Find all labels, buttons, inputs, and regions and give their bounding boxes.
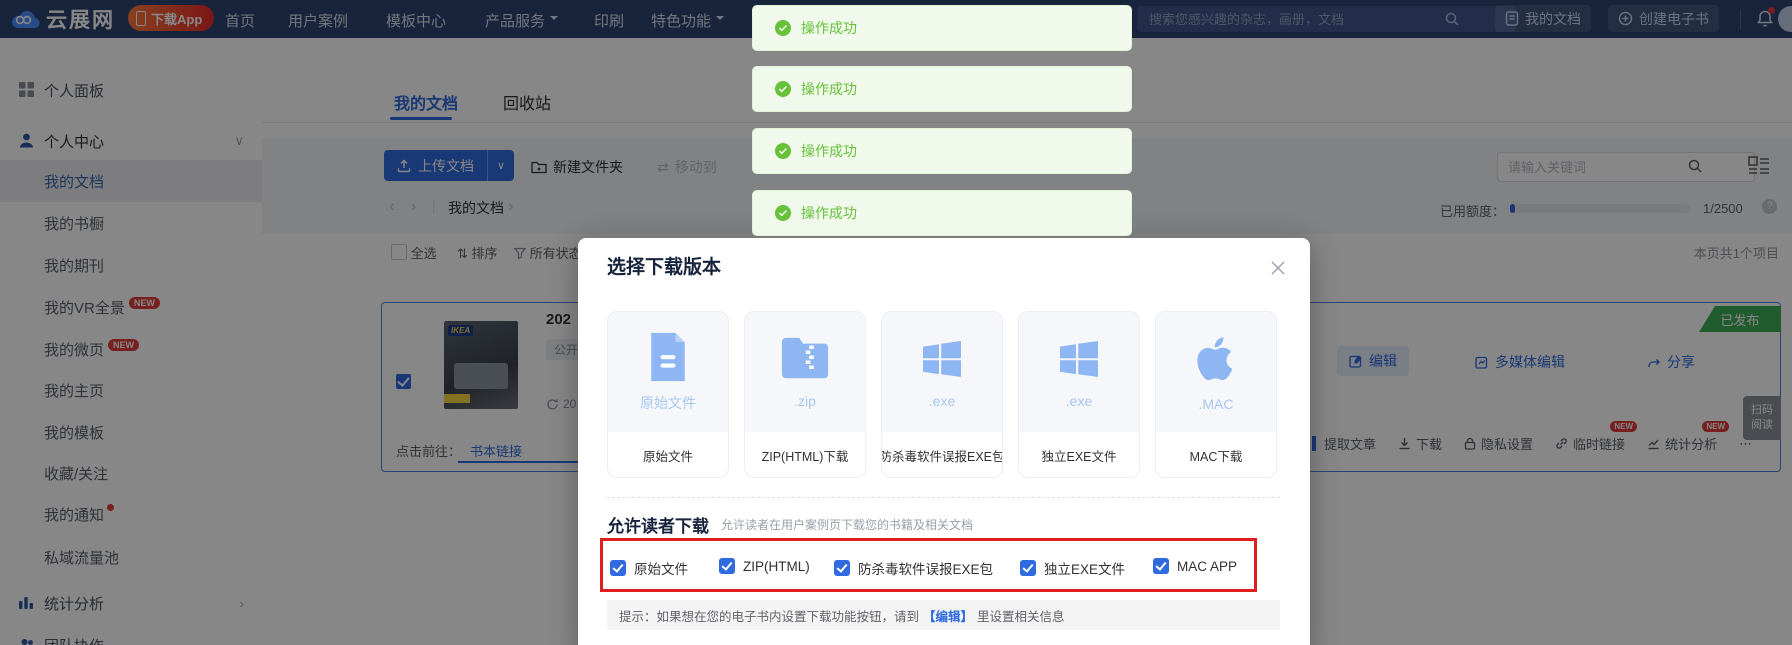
allow-download-title: 允许读者下载 xyxy=(607,512,709,537)
allow-download-subtitle: 允许读者在用户案例页下载您的书籍及相关文档 xyxy=(721,516,973,533)
section-divider xyxy=(607,497,1280,498)
download-version-modal: 选择下载版本 原始文件 原始文件 .zip ZIP(HTML)下载 xyxy=(578,238,1310,645)
download-card-antivirus-exe[interactable]: .exe 防杀毒软件误报EXE包 xyxy=(881,311,1003,478)
success-toast: 操作成功 xyxy=(752,66,1132,112)
close-icon[interactable] xyxy=(1270,260,1286,276)
modal-title: 选择下载版本 xyxy=(607,252,721,279)
download-card-zip[interactable]: .zip ZIP(HTML)下载 xyxy=(744,311,866,478)
success-toast: 操作成功 xyxy=(752,5,1132,51)
download-card-mac[interactable]: .MAC MAC下载 xyxy=(1155,311,1277,478)
file-icon xyxy=(645,331,691,383)
download-card-original[interactable]: 原始文件 原始文件 xyxy=(607,311,729,478)
windows-icon xyxy=(1054,335,1104,383)
success-check-icon xyxy=(775,81,791,97)
tip-bar: 提示：如果想在您的电子书内设置下载功能按钮，请到 【编辑】 里设置相关信息 xyxy=(607,600,1280,630)
success-toast: 操作成功 xyxy=(752,128,1132,174)
success-check-icon xyxy=(775,205,791,221)
success-toast: 操作成功 xyxy=(752,190,1132,236)
success-check-icon xyxy=(775,143,791,159)
tip-edit-link[interactable]: 【编辑】 xyxy=(923,606,973,625)
windows-icon xyxy=(917,335,967,383)
allow-download-section: 允许读者下载 允许读者在用户案例页下载您的书籍及相关文档 xyxy=(607,512,973,537)
apple-icon xyxy=(1191,332,1241,386)
success-check-icon xyxy=(775,20,791,36)
download-card-standalone-exe[interactable]: .exe 独立EXE文件 xyxy=(1018,311,1140,478)
app-screen: 云展网 下载App 首页 用户案例 模板中心 产品服务 印刷 特色功能 我的文档… xyxy=(0,0,1792,645)
highlight-annotation-box xyxy=(600,538,1257,592)
zip-folder-icon xyxy=(780,335,830,383)
